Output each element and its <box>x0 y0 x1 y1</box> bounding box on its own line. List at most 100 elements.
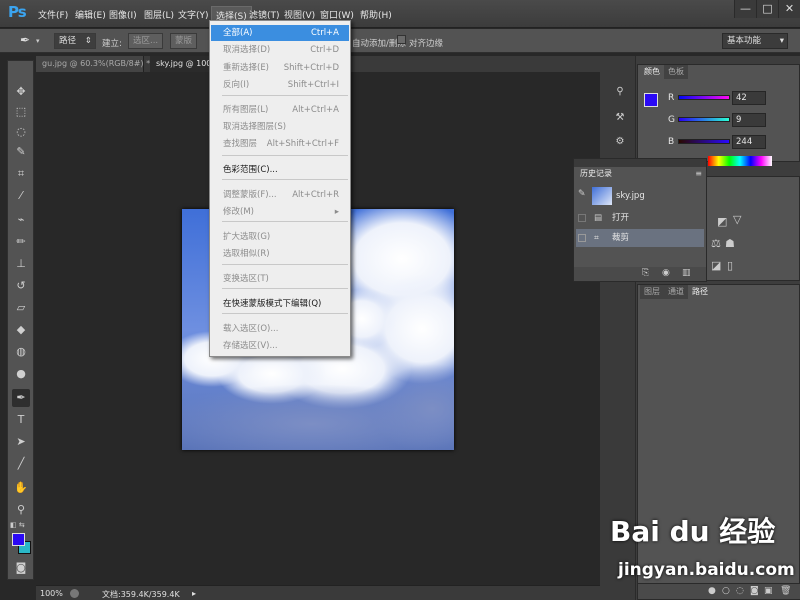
history-snapshot[interactable]: ✎ sky.jpg <box>576 185 704 207</box>
trash-icon[interactable]: 🗑 <box>780 586 791 596</box>
menu-item-label: 载入选区(O)... <box>223 324 279 334</box>
red-input[interactable]: 42 <box>732 91 766 105</box>
select-menu-item[interactable]: 色彩范围(C)... <box>211 162 349 178</box>
chevron-down-icon: ▾ <box>779 36 784 46</box>
select-menu-item: 所有图层(L) Alt+Ctrl+A <box>211 102 349 118</box>
adjustment-gradient-icon[interactable]: ▽ <box>733 213 741 226</box>
type-tool-icon[interactable]: T <box>12 411 30 429</box>
adjustment-invert-icon[interactable]: ◪ <box>711 259 721 272</box>
menu-edit[interactable]: 编辑(E) <box>75 8 106 21</box>
pen-tool-icon[interactable]: ✒ <box>12 389 30 407</box>
history-source-box[interactable] <box>578 234 586 242</box>
zoom-level[interactable]: 100% <box>40 589 63 598</box>
eyedropper-tool-icon[interactable]: ⁄ <box>12 187 30 205</box>
stroke-path-icon[interactable]: ○ <box>722 586 730 596</box>
history-panel-grip[interactable] <box>574 159 706 167</box>
adjustment-threshold-icon[interactable]: ▯ <box>727 259 733 272</box>
camera-icon[interactable]: ◉ <box>662 268 670 278</box>
select-menu-item[interactable]: 在快速蒙版模式下编辑(Q) <box>211 296 349 312</box>
menu-item-label: 变换选区(T) <box>223 274 269 284</box>
workspace-select[interactable]: 基本功能 ▾ <box>722 33 788 49</box>
history-title[interactable]: 历史记录 <box>576 167 616 181</box>
adjustment-colorbalance-icon[interactable]: ⚖ <box>711 237 721 250</box>
dock-brush-icon[interactable]: ⚙ <box>609 136 631 152</box>
select-menu-item[interactable]: 全部(A) Ctrl+A <box>211 25 349 41</box>
tab-channels[interactable]: 通道 <box>664 285 688 299</box>
status-bar: 100% 文档:359.4K/359.4K ▸ <box>36 585 600 600</box>
brush-tool-icon[interactable]: ✏ <box>12 233 30 251</box>
pen-tool-preset-icon[interactable]: ✒ <box>20 33 30 47</box>
path-selection-tool-icon[interactable]: ➤ <box>12 433 30 451</box>
close-button[interactable]: ✕ <box>778 0 800 18</box>
tab-swatches[interactable]: 色板 <box>664 65 688 79</box>
quick-select-tool-icon[interactable]: ✎ <box>12 143 30 161</box>
foreground-color-swatch[interactable] <box>12 533 25 546</box>
healing-brush-tool-icon[interactable]: ⌁ <box>12 211 30 229</box>
maximize-button[interactable]: □ <box>756 0 778 18</box>
zoom-tool-icon[interactable]: ⚲ <box>12 501 30 519</box>
tab-color[interactable]: 颜色 <box>640 65 664 79</box>
trash-icon[interactable]: ▥ <box>682 268 691 278</box>
tab-paths[interactable]: 路径 <box>688 285 712 299</box>
dodge-tool-icon[interactable]: ● <box>12 365 30 383</box>
menu-separator <box>222 264 348 265</box>
dock-actions-icon[interactable]: ⚒ <box>609 112 631 128</box>
color-ramp[interactable] <box>708 156 772 166</box>
status-arrow-icon[interactable]: ▸ <box>192 589 196 598</box>
minimize-button[interactable]: — <box>734 0 756 18</box>
menu-separator <box>222 221 348 222</box>
default-colors-icon[interactable]: ◧ ⇆ <box>10 521 25 529</box>
line-tool-icon[interactable]: ╱ <box>12 455 30 473</box>
green-input[interactable]: 9 <box>732 113 766 127</box>
dock-history-icon[interactable]: ⚲ <box>609 86 631 102</box>
adjustment-bw-icon[interactable]: ☗ <box>725 237 735 250</box>
tool-mode-select[interactable]: 路径 ⇕ <box>54 33 96 49</box>
eraser-tool-icon[interactable]: ▱ <box>12 299 30 317</box>
add-mask-icon[interactable]: ◙ <box>750 586 759 596</box>
crop-tool-icon[interactable]: ⌗ <box>12 165 30 183</box>
align-edges-checkbox[interactable] <box>397 35 406 44</box>
tab-sky-jpg[interactable]: sky.jpg @ 100% <box>150 56 216 72</box>
lasso-tool-icon[interactable]: ◌ <box>12 123 30 141</box>
fill-path-icon[interactable]: ● <box>708 586 716 596</box>
move-tool-icon[interactable]: ✥ <box>12 83 30 101</box>
hand-tool-icon[interactable]: ✋ <box>12 479 30 497</box>
chevron-down-icon[interactable]: ▾ <box>36 37 40 45</box>
document-icon: ▤ <box>594 213 603 223</box>
make-selection-button[interactable]: 选区... <box>128 33 164 49</box>
baidu-watermark-url: jingyan.baidu.com <box>618 560 795 580</box>
green-slider[interactable] <box>678 117 730 122</box>
quick-mask-icon[interactable]: ◙ <box>12 559 30 577</box>
history-step-open[interactable]: ▤ 打开 <box>576 209 704 227</box>
status-info-icon[interactable] <box>70 589 79 598</box>
blue-slider[interactable] <box>678 139 730 144</box>
menu-type[interactable]: 文字(Y) <box>178 8 209 21</box>
new-document-from-state-icon[interactable]: ⎘ <box>642 268 649 278</box>
history-brush-source-icon[interactable]: ✎ <box>578 185 586 203</box>
menu-file[interactable]: 文件(F) <box>38 8 68 21</box>
green-label: G <box>668 115 675 125</box>
marquee-tool-icon[interactable]: ⬚ <box>12 103 30 121</box>
load-selection-icon[interactable]: ◌ <box>736 586 744 596</box>
red-slider[interactable] <box>678 95 730 100</box>
new-path-icon[interactable]: ▣ <box>764 586 773 596</box>
clone-stamp-tool-icon[interactable]: ⊥ <box>12 255 30 273</box>
panel-menu-icon[interactable]: ≡ <box>695 169 702 178</box>
blur-tool-icon[interactable]: ◍ <box>12 343 30 361</box>
history-source-box[interactable] <box>578 214 586 222</box>
history-brush-tool-icon[interactable]: ↺ <box>12 277 30 295</box>
tab-gu-jpg[interactable]: gu.jpg @ 60.3%(RGB/8#) * <box>36 56 150 72</box>
menu-item-label: 全部(A) <box>223 28 253 38</box>
history-step-crop[interactable]: ⌗ 裁剪 <box>576 229 704 247</box>
adjustment-levels-icon[interactable]: ◩ <box>717 215 727 228</box>
select-menu-item: 扩大选取(G) <box>211 229 349 245</box>
paint-bucket-tool-icon[interactable]: ◆ <box>12 321 30 339</box>
menu-separator <box>222 313 348 314</box>
color-foreground-swatch[interactable] <box>644 93 658 107</box>
menu-image[interactable]: 图像(I) <box>109 8 137 21</box>
blue-input[interactable]: 244 <box>732 135 766 149</box>
menu-layer[interactable]: 图层(L) <box>144 8 174 21</box>
make-mask-button[interactable]: 蒙版 <box>170 33 198 49</box>
tab-layers[interactable]: 图层 <box>640 285 664 299</box>
menu-help[interactable]: 帮助(H) <box>360 8 392 21</box>
